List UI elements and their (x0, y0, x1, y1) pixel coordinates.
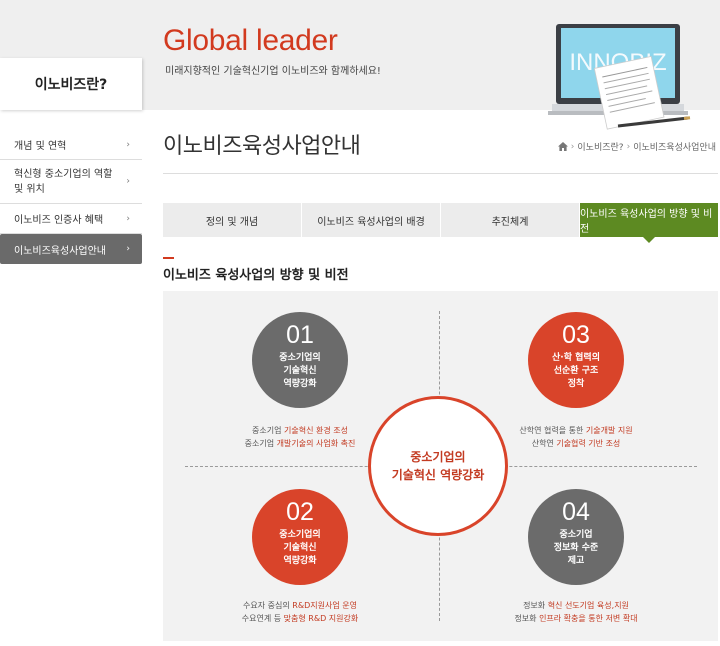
brand-title: Global leader (163, 24, 338, 57)
desc-text: 산학연 (531, 439, 557, 448)
home-icon[interactable] (557, 142, 568, 151)
vision-number: 02 (286, 498, 314, 526)
monitor-illustration: INNOBIZ (548, 24, 691, 130)
chevron-right-icon: › (126, 244, 130, 254)
desc-highlight: 맞춤형 R&D 지원강화 (283, 614, 359, 623)
tab-structure[interactable]: 추진체계 (441, 203, 580, 237)
desc-text: 중소기업 (244, 439, 277, 448)
vision-number: 04 (562, 498, 590, 526)
sidebar-item-benefits[interactable]: 이노비즈 인증사 혜택 › (0, 204, 142, 234)
vision-center-text: 중소기업의 기술혁신 역량강화 (391, 450, 485, 482)
section-marker (163, 257, 174, 259)
title-divider (163, 173, 718, 174)
desc-text: 산학연 협력을 통한 (519, 426, 586, 435)
sidebar-item-program[interactable]: 이노비즈육성사업안내 › (0, 234, 142, 264)
breadcrumb-separator: › (626, 141, 631, 152)
vision-circle-02: 02 중소기업의 기술혁신 역량강화 (252, 489, 348, 585)
desc-highlight: R&D지원사업 운영 (292, 601, 357, 610)
desc-text: 정보화 (514, 614, 540, 623)
vision-label: 중소기업의 기술혁신 역량강화 (279, 530, 321, 566)
breadcrumb-separator: › (570, 141, 575, 152)
vision-label: 산·학 협력의 선순환 구조 정착 (552, 353, 600, 389)
page-title: 이노비즈육성사업안내 (163, 134, 361, 159)
vision-circle-01: 01 중소기업의 기술혁신 역량강화 (252, 312, 348, 408)
tab-vision[interactable]: 이노비즈 육성사업의 방향 및 비전 (580, 203, 718, 243)
sidebar-item-history[interactable]: 개념 및 연혁 › (0, 130, 142, 160)
breadcrumb-parent[interactable]: 이노비즈란? (577, 140, 623, 153)
breadcrumb-current: 이노비즈육성사업안내 (633, 143, 716, 153)
chevron-right-icon: › (126, 176, 130, 186)
sidebar-menu: 개념 및 연혁 › 혁신형 중소기업의 역할 및 위치 › 이노비즈 인증사 혜… (0, 130, 142, 264)
chevron-right-icon: › (126, 139, 130, 150)
desc-highlight: 기술개발 지원 (585, 426, 633, 435)
vision-desc-02: 수요자 중심의 R&D지원사업 운영 수요연계 등 맞춤형 R&D 지원강화 (225, 599, 375, 625)
tab-definition[interactable]: 정의 및 개념 (163, 203, 302, 237)
tab-background[interactable]: 이노비즈 육성사업의 배경 (302, 203, 441, 237)
desc-text: 수요자 중심의 (243, 601, 293, 610)
breadcrumb: › 이노비즈란? › 이노비즈육성사업안내 (557, 140, 716, 153)
tab-bar: 정의 및 개념 이노비즈 육성사업의 배경 추진체계 이노비즈 육성사업의 방향… (163, 203, 718, 243)
section-title: 이노비즈 육성사업의 방향 및 비전 (163, 268, 349, 283)
sidebar-title: 이노비즈란? (34, 77, 108, 93)
vision-center-circle: 중소기업의 기술혁신 역량강화 (368, 396, 508, 536)
sidebar-item-label: 이노비즈 인증사 혜택 (14, 215, 104, 226)
vision-label: 중소기업 정보화 수준 제고 (553, 530, 599, 566)
desc-highlight: 인프라 확충을 통한 저변 확대 (539, 614, 638, 623)
sidebar-item-role[interactable]: 혁신형 중소기업의 역할 및 위치 › (0, 160, 142, 204)
sidebar-item-label: 혁신형 중소기업의 역할 및 위치 (14, 168, 113, 195)
vision-label: 중소기업의 기술혁신 역량강화 (279, 353, 321, 389)
vision-desc-01: 중소기업 기술혁신 환경 조성 중소기업 개발기술의 사업화 촉진 (225, 424, 375, 450)
desc-text: 정보화 (523, 601, 548, 610)
desc-text: 수요연계 등 (241, 614, 284, 623)
desc-highlight: 혁신 선도기업 육성,지원 (547, 601, 629, 610)
vision-number: 01 (286, 321, 314, 349)
sidebar-title-box: 이노비즈란? (0, 58, 142, 110)
desc-text: 중소기업 (252, 426, 284, 435)
vision-diagram: 01 중소기업의 기술혁신 역량강화 중소기업 기술혁신 환경 조성 중소기업 … (163, 291, 718, 641)
desc-highlight: 기술혁신 환경 조성 (284, 426, 348, 435)
vision-number: 03 (562, 321, 590, 349)
chevron-right-icon: › (126, 213, 130, 224)
desc-highlight: 개발기술의 사업화 촉진 (276, 439, 356, 448)
vision-desc-03: 산학연 협력을 통한 기술개발 지원 산학연 기술협력 기반 조성 (501, 424, 651, 450)
vision-circle-04: 04 중소기업 정보화 수준 제고 (528, 489, 624, 585)
desc-highlight: 기술협력 기반 조성 (556, 439, 621, 448)
brand-subtitle: 미래지향적인 기술혁신기업 이노비즈와 함께하세요! (165, 66, 381, 77)
vision-circle-03: 03 산·학 협력의 선순환 구조 정착 (528, 312, 624, 408)
vision-desc-04: 정보화 혁신 선도기업 육성,지원 정보화 인프라 확충을 통한 저변 확대 (501, 599, 651, 625)
sidebar-item-label: 이노비즈육성사업안내 (14, 245, 106, 257)
sidebar-item-label: 개념 및 연혁 (14, 141, 67, 152)
